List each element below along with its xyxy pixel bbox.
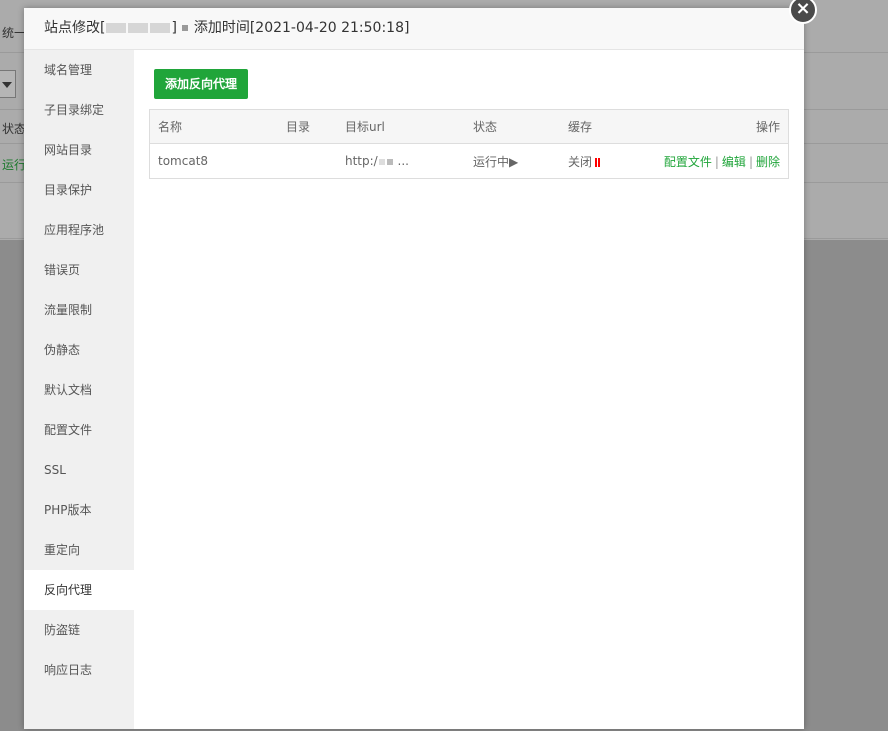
modal-header: 站点修改[] 添加时间[2021-04-20 21:50:18] xyxy=(24,8,804,50)
config-file-link[interactable]: 配置文件 xyxy=(664,155,712,169)
cell-status[interactable]: 运行中▶ xyxy=(465,144,560,179)
sidebar-item-traffic-limit[interactable]: 流量限制 xyxy=(24,290,134,330)
sidebar-item-rewrite[interactable]: 伪静态 xyxy=(24,330,134,370)
sidebar-item-subdir-binding[interactable]: 子目录绑定 xyxy=(24,90,134,130)
cell-ops: 配置文件 | 编辑 | 删除 xyxy=(653,144,789,179)
background-status-label: 状态 xyxy=(2,122,27,136)
edit-link[interactable]: 编辑 xyxy=(722,155,746,169)
sidebar-item-config-file[interactable]: 配置文件 xyxy=(24,410,134,450)
header-dir: 目录 xyxy=(278,109,337,144)
cell-name: tomcat8 xyxy=(158,154,209,168)
target-url-more: ... xyxy=(397,154,409,168)
sidebar-item-ssl[interactable]: SSL xyxy=(24,450,134,490)
table-row: tomcat8 http:/ ... 运行中▶ 关闭 配置文件 | 编辑 | 删除 xyxy=(150,144,789,179)
delete-link[interactable]: 删除 xyxy=(756,155,780,169)
sidebar-item-error-page[interactable]: 错误页 xyxy=(24,250,134,290)
cell-target: http:/ ... xyxy=(337,144,465,179)
cache-text: 关闭 xyxy=(568,154,593,169)
header-target: 目标url xyxy=(337,109,465,144)
pause-icon xyxy=(598,157,601,167)
sidebar-item-domain[interactable]: 域名管理 xyxy=(24,50,134,90)
background-select xyxy=(0,70,16,98)
redacted-block xyxy=(386,158,393,165)
modal-title-prefix: 站点修改[ xyxy=(44,20,106,36)
pause-icon xyxy=(595,157,598,167)
background-running-text: 运行 xyxy=(2,158,27,172)
modal-added-time: 添加时间[2021-04-20 21:50:18] xyxy=(193,20,410,36)
target-url-text: http:/ xyxy=(345,154,378,168)
header-cache: 缓存 xyxy=(560,109,653,144)
header-ops: 操作 xyxy=(653,109,789,144)
cell-dir xyxy=(278,144,337,179)
redacted-block xyxy=(106,23,127,33)
modal-title-suffix: ] xyxy=(171,20,177,36)
proxy-table: 名称 目录 目标url 状态 缓存 操作 tomcat8 http:/ ... … xyxy=(149,109,789,179)
site-edit-modal: 站点修改[] 添加时间[2021-04-20 21:50:18] 域名管理 子目… xyxy=(24,8,804,729)
separator: | xyxy=(714,154,719,169)
add-reverse-proxy-button[interactable]: 添加反向代理 xyxy=(154,69,249,99)
redacted-block xyxy=(128,23,149,33)
sidebar-item-hotlink[interactable]: 防盗链 xyxy=(24,610,134,650)
sidebar-item-site-dir[interactable]: 网站目录 xyxy=(24,130,134,170)
header-name: 名称 xyxy=(149,109,278,144)
redacted-block xyxy=(378,158,385,165)
sidebar-item-redirect[interactable]: 重定向 xyxy=(24,530,134,570)
status-text: 运行中 xyxy=(473,154,510,169)
redacted-block xyxy=(150,23,171,33)
table-header-row: 名称 目录 目标url 状态 缓存 操作 xyxy=(149,109,789,144)
sidebar-item-reverse-proxy[interactable]: 反向代理 xyxy=(24,570,134,610)
sidebar: 域名管理 子目录绑定 网站目录 目录保护 应用程序池 错误页 流量限制 伪静态 … xyxy=(24,50,134,729)
header-status: 状态 xyxy=(465,109,560,144)
play-icon: ▶ xyxy=(509,154,519,169)
separator: | xyxy=(748,154,753,169)
cell-cache[interactable]: 关闭 xyxy=(560,144,653,179)
sidebar-item-response-log[interactable]: 响应日志 xyxy=(24,650,134,690)
sidebar-item-app-pool[interactable]: 应用程序池 xyxy=(24,210,134,250)
sidebar-item-dir-protect[interactable]: 目录保护 xyxy=(24,170,134,210)
sidebar-item-php-version[interactable]: PHP版本 xyxy=(24,490,134,530)
background-top-text: 统一 xyxy=(2,26,27,40)
sidebar-item-default-doc[interactable]: 默认文档 xyxy=(24,370,134,410)
redacted-block xyxy=(182,25,189,31)
